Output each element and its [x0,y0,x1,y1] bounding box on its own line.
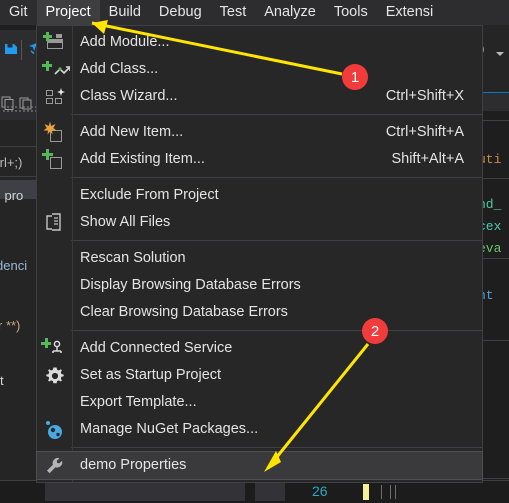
gear-icon [37,362,73,389]
menu-item-label: Add New Item... [80,124,184,140]
menu-separator [71,114,482,115]
scroll-marker[interactable] [363,484,369,500]
visual-studio-window: trl+;) l pro denci r **) t ) uti nd_ cex… [0,0,509,503]
menu-item-label: Add Module... [80,34,170,50]
menu-item-export-template[interactable]: Export Template... [37,389,482,416]
bg-left-text-0: trl+;) [0,155,23,170]
menu-item-exclude-from-project[interactable]: Exclude From Project [37,182,482,209]
menu-item-display-browsing-database-errors[interactable]: Display Browsing Database Errors [37,272,482,299]
menu-item-show-all-files[interactable]: Show All Files [37,209,482,236]
line-number-indicator: 26 [312,483,328,499]
menubar-item-git[interactable]: Git [0,0,37,25]
annotation-badge-1: 1 [342,64,368,90]
bg-left-text-2: denci [0,258,28,273]
menu-separator [71,447,482,448]
no-icon [37,389,73,416]
show-all-files-icon [37,209,73,236]
menu-item-label: Display Browsing Database Errors [80,277,301,293]
menu-item-demo-properties[interactable]: demo Properties [36,451,483,480]
menubar-item-analyze[interactable]: Analyze [255,0,325,25]
menu-item-label: Exclude From Project [80,187,219,203]
menu-item-label: Add Connected Service [80,340,233,356]
annotation-badge-2: 2 [362,318,388,344]
menu-item-label: Class Wizard... [80,88,178,104]
menu-item-shortcut: Shift+Alt+A [391,151,464,167]
menubar-item-build[interactable]: Build [100,0,150,25]
menu-item-add-class[interactable]: Add Class... [37,56,482,83]
menu-item-label: Clear Browsing Database Errors [80,304,288,320]
toolbar-grip [2,105,36,112]
menubar-item-project[interactable]: Project [36,0,100,25]
menu-separator [71,177,482,178]
no-icon [37,245,73,272]
menu-item-manage-nuget-packages[interactable]: Manage NuGet Packages... [37,416,482,443]
menu-item-clear-browsing-database-errors[interactable]: Clear Browsing Database Errors [37,299,482,326]
menu-separator [71,240,482,241]
class-wizard-icon [37,83,73,110]
solution-explorer-panel [0,120,36,503]
menu-item-rescan-solution[interactable]: Rescan Solution [37,245,482,272]
wrench-icon [37,452,73,479]
menu-bar: Git Project Build Debug Test Analyze Too… [0,0,509,25]
scroll-tick [381,485,382,499]
nuget-icon [37,416,73,443]
menubar-item-tools[interactable]: Tools [325,0,377,25]
bg-left-text-3: r **) [0,318,21,333]
divider [0,146,36,147]
add-new-item-icon [37,119,73,146]
bg-left-text-4: t [0,373,4,388]
menu-item-label: Set as Startup Project [80,367,222,383]
no-icon [37,299,73,326]
add-connected-service-icon [37,335,73,362]
menu-item-shortcut: Ctrl+Shift+X [385,88,464,104]
status-bar: 26 [0,480,509,503]
menu-item-add-module[interactable]: Add Module... [37,29,482,56]
toolbar-separator [21,40,22,60]
menu-item-add-connected-service[interactable]: Add Connected Service [37,335,482,362]
menu-item-shortcut: Ctrl+Shift+A [385,124,464,140]
menu-item-label: Add Existing Item... [80,151,205,167]
menu-item-label: Manage NuGet Packages... [80,421,259,437]
menu-item-label: Show All Files [80,214,171,230]
menubar-item-test[interactable]: Test [211,0,256,25]
menubar-item-debug[interactable]: Debug [150,0,211,25]
menu-item-label: Add Class... [80,61,159,77]
menu-item-label: demo Properties [80,457,187,473]
add-existing-item-icon [37,146,73,173]
no-icon [37,182,73,209]
menu-item-set-as-startup-project[interactable]: Set as Startup Project [37,362,482,389]
scroll-tick [395,485,396,499]
no-icon [37,272,73,299]
project-dropdown-menu: Add Module... Add Class... Class Wizard.… [36,25,483,483]
scroll-tick [390,485,391,499]
menu-item-add-existing-item[interactable]: Add Existing Item... Shift+Alt+A [37,146,482,173]
status-segment[interactable] [255,483,285,501]
add-class-icon [37,56,73,83]
menu-item-class-wizard[interactable]: Class Wizard... Ctrl+Shift+X [37,83,482,110]
save-all-icon[interactable] [4,42,18,56]
menu-separator [71,330,482,331]
status-segment[interactable] [45,483,245,501]
divider [0,176,36,177]
chevron-down-icon[interactable] [496,52,504,56]
menu-item-label: Rescan Solution [80,250,186,266]
add-module-icon [37,29,73,56]
menu-item-add-new-item[interactable]: Add New Item... Ctrl+Shift+A [37,119,482,146]
menubar-item-extensions[interactable]: Extensi [377,0,443,25]
bg-left-text-1: l pro [0,188,24,203]
menu-item-label: Export Template... [80,394,197,410]
